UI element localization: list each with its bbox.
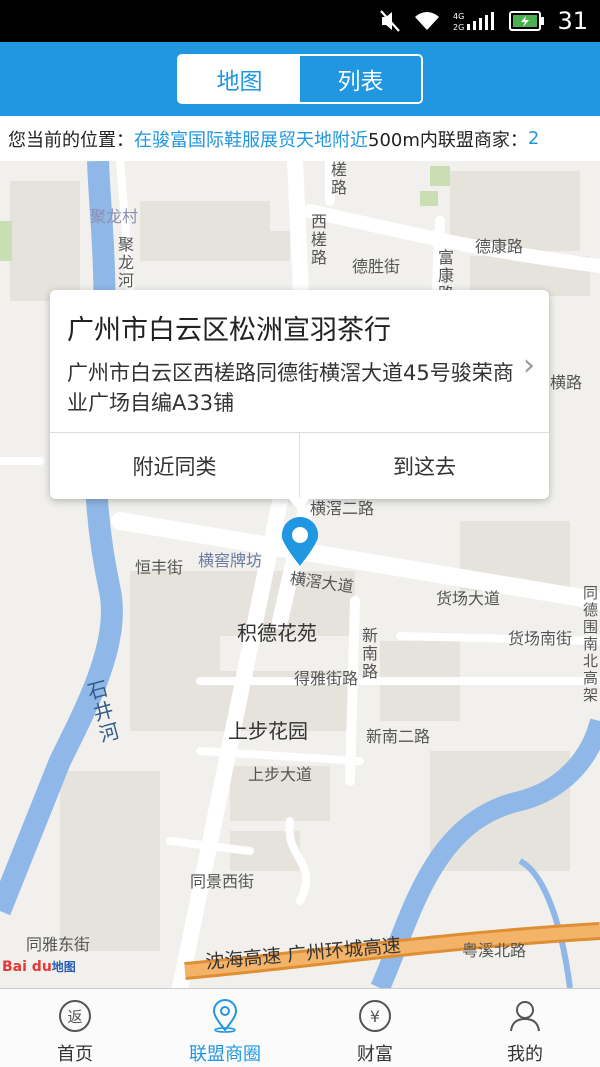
tab-wealth-label: 财富 [357,1044,393,1065]
merchant-name: 广州市白云区松洲宣羽茶行 [67,315,391,346]
merchant-popup[interactable]: 广州市白云区松洲宣羽茶行 广州市白云区西槎路同德街横滘大道45号骏荣商业广场自编… [50,290,549,499]
navigate-here-button[interactable]: 到这去 [300,432,549,499]
map-label-huochang-nanjie: 货场南街 [508,629,573,648]
map-label-tongya-dongjie: 同雅东街 [26,935,91,954]
map-label-hengjiao-paifang: 横窖牌坊 [198,551,263,570]
tab-alliance[interactable]: 联盟商圈 [150,989,300,1067]
map-label-henglu: 横路 [550,373,583,392]
map-label-xinnan-erlu: 新南二路 [366,727,431,746]
map-label-tongde-north: 同德围南北高架 [581,585,599,704]
map-label-lu-top: 槎路 [328,161,347,197]
map-label-tongjing-xijie: 同景西街 [190,872,255,891]
location-bar: 您当前的位置： 在骏富国际鞋服展贸天地附近 500m内联盟商家： 2 [0,116,600,161]
mute-icon [380,10,401,32]
header: 地图 列表 [0,42,600,116]
map-label-shangbu-dadao: 上步大道 [248,765,313,784]
view-toggle: 地图 列表 [177,54,423,104]
bottom-tab-bar: 返 首页 联盟商圈 ¥ 财富 我的 [0,988,600,1067]
map-view[interactable]: 聚龙村 聚龙河 槎路 西槎路 德胜街 德康路 富康路 横路 横滘二路 恒丰街 横… [0,161,600,988]
map-label-dekanglu: 德康路 [475,237,524,256]
tab-home[interactable]: 返 首页 [0,989,150,1067]
svg-text:¥: ¥ [370,1007,380,1026]
map-label-yuexi-beilu: 粤溪北路 [462,941,527,960]
tab-list[interactable]: 列表 [300,56,421,102]
wifi-icon [415,12,440,30]
map-label-xiquelu: 西槎路 [308,213,327,267]
map-label-deshengjie: 德胜街 [352,257,401,276]
map-label-deyajielu: 得雅街路 [294,669,359,688]
popup-pointer [287,497,311,511]
merchant-count-label: 500m内联盟商家： [368,129,528,151]
svg-text:返: 返 [67,1008,82,1026]
svg-text:4G: 4G [453,12,464,21]
map-label-jide-huayuan: 积德花苑 [237,621,317,645]
signal-icon: 4G 2G [453,12,495,32]
baidu-brand: Bai du [2,959,52,975]
return-icon: 返 [56,997,94,1035]
baidu-suffix: 地图 [51,960,76,974]
merchant-address: 广州市白云区西槎路同德街横滘大道45号骏荣商业广场自编A33铺 [67,361,514,415]
map-label-julongcun: 聚龙村 [90,207,139,226]
tab-map[interactable]: 地图 [179,56,300,102]
person-icon [506,997,544,1035]
location-prefix: 您当前的位置： [8,129,134,151]
merchant-count[interactable]: 2 [528,128,539,149]
tab-wealth[interactable]: ¥ 财富 [300,989,450,1067]
map-label-hengfengjie: 恒丰街 [135,558,184,577]
battery-icon [509,11,545,31]
tab-home-label: 首页 [57,1044,93,1065]
nearby-similar-button[interactable]: 附近同类 [50,432,299,499]
battery-level: 31 [557,7,588,35]
baidu-map-logo: Bai du地图 [2,958,76,975]
map-label-julonghe: 聚龙河 [115,236,134,290]
tab-alliance-label: 联盟商圈 [189,1044,261,1065]
location-pin-icon [206,997,244,1035]
yen-icon: ¥ [356,997,394,1035]
tab-mine[interactable]: 我的 [450,989,600,1067]
chevron-right-icon[interactable]: › [523,348,535,383]
status-bar: 4G 2G 31 [0,0,600,42]
tab-mine-label: 我的 [507,1044,543,1065]
map-label-xinnanlu: 新南路 [359,627,378,681]
map-label-shangbu-huayuan: 上步花园 [228,719,308,743]
map-label-huochang-dadao: 货场大道 [436,589,501,608]
svg-text:2G: 2G [453,23,464,32]
current-location[interactable]: 在骏富国际鞋服展贸天地附近 [134,126,368,152]
